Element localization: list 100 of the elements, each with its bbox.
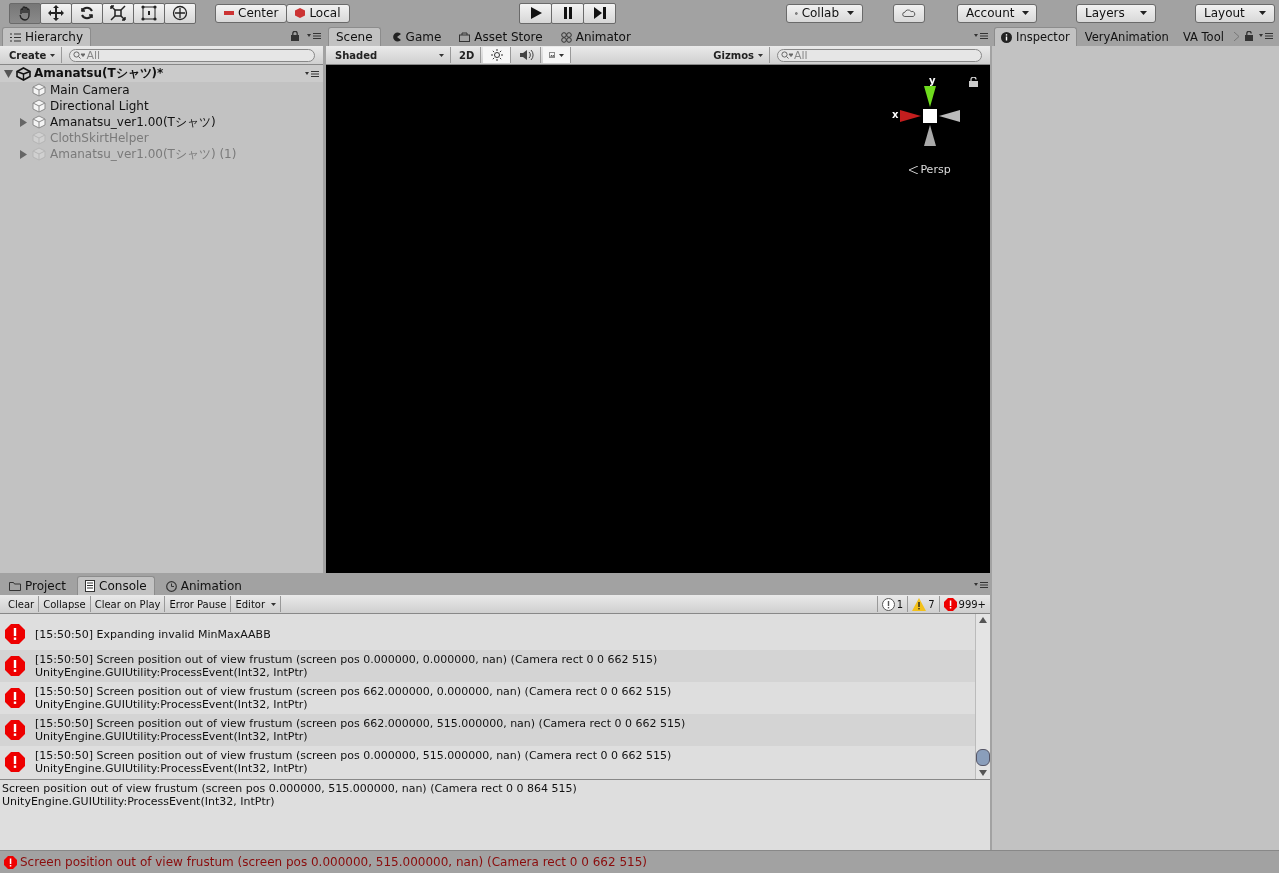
hand-tool-button[interactable] [9, 2, 41, 24]
orientation-gizmo-drawing[interactable] [899, 85, 961, 147]
console-tab[interactable]: Console [77, 576, 155, 595]
rotate-icon [79, 5, 95, 21]
search-field[interactable]: All [777, 48, 982, 62]
project-tab[interactable]: Project [2, 577, 74, 595]
play-button[interactable] [519, 2, 553, 24]
move-arrows-icon [48, 5, 64, 21]
hierarchy-tab[interactable]: Hierarchy [2, 27, 91, 46]
caret-icon [1140, 11, 1147, 15]
move-tool-button[interactable] [40, 2, 72, 24]
cloud-icon [902, 7, 916, 19]
nodes-icon [560, 31, 572, 43]
pause-button[interactable] [551, 2, 585, 24]
effects-dropdown[interactable] [543, 47, 572, 63]
layers-dropdown[interactable]: Layers [1076, 3, 1156, 23]
game-tab[interactable]: Game [384, 28, 449, 46]
log-text: [15:50:50] Screen position out of view frustum (screen pos 0.000000, 515.000000, nan) (Camera rect 0 0 662 515) [35, 749, 672, 762]
rect-tool-icon [141, 5, 157, 21]
scroll-down-icon[interactable] [979, 770, 987, 776]
info-count-toggle[interactable]: 1 [876, 596, 908, 612]
lock-icon[interactable] [1244, 31, 1253, 41]
panel-menu-icon[interactable] [1258, 32, 1273, 40]
search-icon [781, 51, 793, 59]
hierarchy-item[interactable]: Main Camera [50, 83, 130, 97]
transform-tool-button[interactable] [164, 2, 196, 24]
error-icon [5, 656, 25, 676]
caret-icon [559, 53, 565, 57]
error-icon [5, 624, 25, 644]
log-detail-text: Screen position out of view frustum (screen pos 0.000000, 515.000000, nan) (Camera rect 0 0 864 515) [2, 782, 578, 795]
lighting-toggle[interactable] [483, 47, 512, 63]
collapsed-arrow-icon[interactable] [20, 117, 27, 127]
animator-tab[interactable]: Animator [553, 28, 638, 46]
list-icon [10, 32, 21, 42]
inspector-tab[interactable]: Inspector [994, 27, 1077, 46]
log-text: [15:50:50] Screen position out of view frustum (screen pos 662.000000, 515.000000, nan) (Camera rect 0 0 662 515) [35, 717, 686, 730]
pivot-button[interactable]: Center [215, 3, 288, 23]
expanded-arrow-icon[interactable] [4, 69, 13, 78]
store-tab[interactable]: Asset Store [452, 28, 550, 46]
log-text: UnityEngine.GUIUtility:ProcessEvent(Int32, IntPtr) [35, 698, 309, 711]
search-field[interactable]: All [69, 48, 315, 62]
warning-icon [912, 597, 927, 611]
console-toolbar-button[interactable]: Clear on Play [90, 596, 166, 612]
projection-label[interactable]: Persp [909, 163, 951, 176]
rotate-tool-button[interactable] [71, 2, 103, 24]
scrollbar[interactable] [975, 614, 990, 779]
inspector-tab[interactable]: VeryAnimation [1078, 28, 1175, 46]
sun-icon [490, 49, 503, 61]
scene-menu-icon[interactable] [305, 69, 319, 78]
scene-tab[interactable]: Scene [328, 27, 381, 46]
lock-icon[interactable] [969, 77, 978, 87]
shading-dropdown[interactable]: Shaded [329, 47, 451, 63]
log-text: UnityEngine.GUIUtility:ProcessEvent(Int32, IntPtr) [35, 666, 309, 679]
2d-toggle[interactable]: 2D [453, 47, 482, 63]
hierarchy-item[interactable]: Directional Light [50, 99, 149, 113]
console-toolbar-button[interactable]: Clear [4, 596, 40, 612]
caret-icon [1259, 11, 1266, 15]
error-count-toggle[interactable]: 999+ [938, 596, 990, 612]
axis-label: y [929, 75, 936, 86]
caret-icon [758, 53, 763, 57]
console-toolbar-button[interactable]: Editor [231, 596, 282, 612]
pivot-icon [224, 9, 234, 17]
account-dropdown[interactable]: Account [957, 3, 1037, 23]
scroll-thumb[interactable] [976, 749, 990, 766]
animation-tab[interactable]: Animation [158, 577, 249, 595]
search-icon [73, 51, 86, 59]
error-icon [4, 855, 17, 869]
cloud-button[interactable] [893, 3, 925, 23]
hierarchy-item[interactable]: Amanatsu_ver1.00(Tシャツ) [50, 113, 216, 131]
create-dropdown[interactable]: Create [3, 47, 63, 63]
scene-name: Amanatsu(Tシャツ)* [34, 65, 164, 82]
panel-menu-icon[interactable] [307, 32, 321, 40]
log-detail-text: UnityEngine.GUIUtility:ProcessEvent(Int32, IntPtr) [2, 795, 276, 808]
step-button[interactable] [583, 2, 617, 24]
space-button[interactable]: Local [286, 3, 350, 23]
log-text: UnityEngine.GUIUtility:ProcessEvent(Int32, IntPtr) [35, 762, 309, 775]
collab-dropdown[interactable]: Collab [786, 3, 863, 23]
panel-menu-icon[interactable] [974, 581, 988, 589]
scale-tool-button[interactable] [102, 2, 134, 24]
layout-dropdown[interactable]: Layout [1195, 3, 1275, 23]
log-text: [15:50:50] Expanding invalid MinMaxAABB [35, 627, 271, 641]
console-toolbar-button[interactable]: Error Pause [165, 596, 232, 612]
warning-count-toggle[interactable]: 7 [907, 596, 939, 612]
info-icon [881, 597, 895, 611]
console-toolbar-button[interactable]: Collapse [39, 596, 91, 612]
log-entry[interactable]: [15:50:50] Screen position out of view frustum (screen pos 0.000000, 0.000000, nan) (Camera rect 0 0 662 515) UnityEngine.GUIUtility:ProcessEvent(Int32, IntPtr) [0, 650, 975, 682]
scroll-up-icon[interactable] [979, 617, 987, 623]
inspector-tab[interactable]: VA Tool [1176, 28, 1230, 46]
lock-icon[interactable] [291, 31, 299, 41]
gizmos-dropdown[interactable]: Gizmos [707, 47, 770, 63]
rect-tool-button[interactable] [133, 2, 165, 24]
clock-icon [165, 580, 177, 592]
log-entry[interactable]: [15:50:50] Screen position out of view frustum (screen pos 662.000000, 515.000000, nan) (Camera rect 0 0 662 515) UnityEngine.GUIUtility:ProcessEvent(Int32, IntPtr) [0, 714, 975, 746]
folder-icon [9, 581, 21, 591]
image-icon [549, 50, 556, 60]
speaker-icon [519, 49, 534, 61]
panel-menu-icon[interactable] [974, 32, 988, 40]
caret-icon [847, 11, 854, 15]
error-icon [5, 752, 25, 772]
caret-icon [50, 53, 56, 57]
